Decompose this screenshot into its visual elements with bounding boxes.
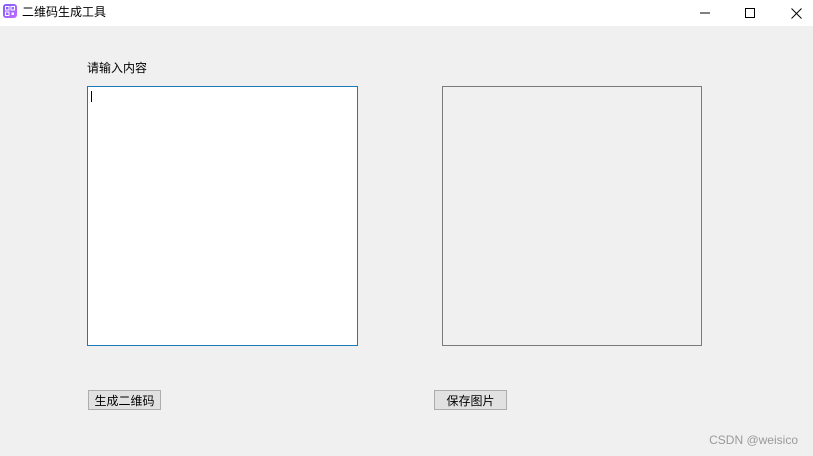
title-bar[interactable]: 二维码生成工具: [0, 0, 813, 26]
input-label: 请输入内容: [87, 61, 148, 75]
text-caret: [91, 91, 92, 102]
app-window: 二维码生成工具 请输入内容 生成二维码 保存图片 CSDN @weisico: [0, 0, 813, 456]
qr-code-preview: [442, 86, 702, 346]
close-button[interactable]: [773, 0, 813, 26]
close-icon: [790, 7, 802, 19]
maximize-icon: [745, 8, 755, 18]
generate-qr-button[interactable]: 生成二维码: [88, 390, 161, 410]
minimize-button[interactable]: [682, 0, 728, 26]
maximize-button[interactable]: [727, 0, 773, 26]
window-title: 二维码生成工具: [22, 5, 107, 19]
minimize-icon: [700, 12, 710, 14]
save-image-button[interactable]: 保存图片: [434, 390, 507, 410]
content-input[interactable]: [88, 87, 357, 345]
watermark-text: CSDN @weisico: [709, 433, 798, 447]
content-input-box[interactable]: [87, 86, 358, 346]
qr-app-icon: [3, 4, 17, 18]
